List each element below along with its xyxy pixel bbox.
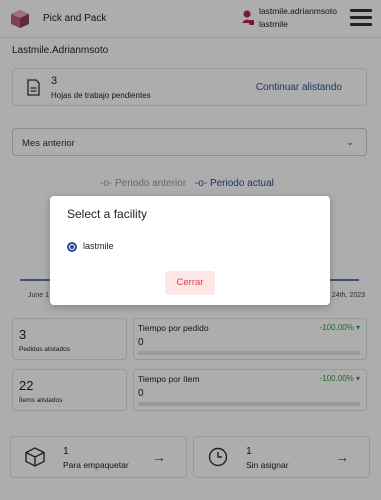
facility-dialog: Select a facility lastmile Cerrar — [50, 196, 330, 305]
facility-radio[interactable] — [67, 242, 77, 252]
facility-option-label[interactable]: lastmile — [83, 241, 114, 251]
dialog-title: Select a facility — [67, 207, 148, 221]
close-button[interactable]: Cerrar — [165, 271, 215, 295]
